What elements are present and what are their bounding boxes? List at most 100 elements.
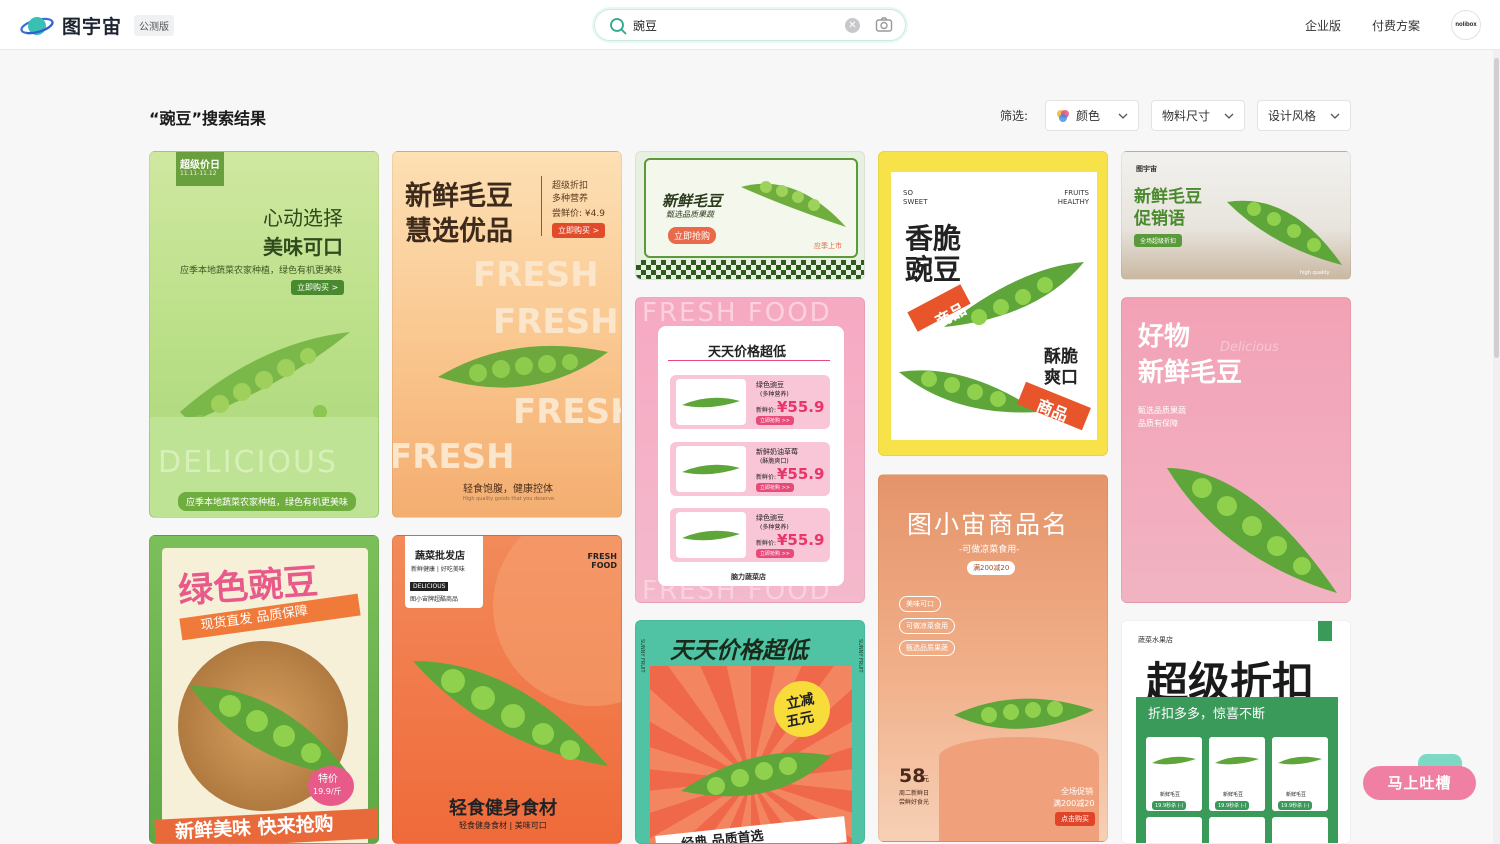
search-icon xyxy=(610,18,627,35)
product-tile[interactable] xyxy=(1209,737,1265,811)
template-card-12[interactable]: 蔬菜水果店 超级折扣 折扣多多，惊喜不断 新鲜毛豆 19.9秒杀 (-) 新鲜毛… xyxy=(1121,620,1351,844)
search-bar[interactable]: ✕ xyxy=(594,9,906,41)
results-title: “豌豆”搜索结果 xyxy=(149,109,267,128)
price-label: 特价 xyxy=(318,774,338,785)
template-card-6[interactable]: FRESH FOOD FRESH FOOD 天天价格超低 绿色豌豆 (多种营养)… xyxy=(635,297,865,603)
card-tag: 应季上市 xyxy=(814,242,842,250)
card-title-2: 美味可口 xyxy=(263,235,343,259)
template-card-4[interactable]: SO SWEET FRUITS HEALTHY 香脆 豌豆 商品 酥脆 爽口 商… xyxy=(878,151,1108,456)
brand-text: 图小宙牌超酷商品 xyxy=(410,596,459,603)
side-line-2: 多种营养 xyxy=(552,194,589,204)
delicious-label: DELICIOUS xyxy=(410,582,449,591)
product-tile[interactable] xyxy=(1146,817,1202,843)
store-name: 蔬菜水果店 xyxy=(1138,636,1173,644)
nav-pricing[interactable]: 付费方案 xyxy=(1372,17,1420,34)
card-title: 图小宙商品名 xyxy=(907,510,1070,539)
badge-label: 超级价日 xyxy=(180,160,220,171)
clear-search-icon[interactable]: ✕ xyxy=(845,18,860,33)
card-tag: 全场超级折扣 xyxy=(1134,234,1183,247)
template-card-2[interactable]: 新鲜毛豆 慧选优品 超级折扣 多种营养 尝鲜价: ¥4.9 立即购买 > FRE… xyxy=(392,151,622,518)
pea-pod-image xyxy=(741,181,846,227)
feedback-button[interactable]: 马上吐槽 xyxy=(1363,766,1476,800)
color-wheel-icon xyxy=(1057,109,1069,122)
filter-color-dropdown[interactable]: 颜色 xyxy=(1045,100,1139,131)
buy-now-button[interactable]: 立即抢购 xyxy=(668,227,717,244)
brand-name: 图宇宙 xyxy=(62,16,123,38)
card-sub: 甄选品质果蔬 xyxy=(666,210,714,219)
card-hq: high quality xyxy=(1300,270,1330,276)
product-tile[interactable] xyxy=(1272,737,1328,811)
filter-size-dropdown[interactable]: 物料尺寸 xyxy=(1151,100,1245,131)
filter-color-label: 颜色 xyxy=(1076,109,1101,123)
item-buy-button[interactable]: 立即抢购 >> xyxy=(756,416,794,425)
card-desc-1: 甄选品质果蔬 xyxy=(1138,406,1186,415)
template-card-5[interactable]: 图宇宙 新鲜毛豆 促销语 全场超级折扣 high quality xyxy=(1121,151,1351,280)
item-note: (多种营养) xyxy=(760,391,789,398)
card-title-2: 新鲜毛豆 xyxy=(1138,358,1243,388)
buy-now-button[interactable]: 立即购买 > xyxy=(552,223,606,238)
template-card-10[interactable]: 蔬菜批发店 新鲜健康 | 好吃美味 DELICIOUS 图小宙牌超酷商品 FRE… xyxy=(392,535,622,844)
chevron-down-icon xyxy=(1330,113,1340,119)
card-brand: 图宇宙 xyxy=(1136,165,1157,173)
fresh-text-1: FRESH xyxy=(473,255,599,295)
product-price: 19.9秒杀 (-) xyxy=(1215,801,1250,810)
brand-logo[interactable]: 图宇宙 公测版 xyxy=(20,12,175,39)
watermark-text: DELICIOUS xyxy=(158,445,339,480)
pea-pod-thumb xyxy=(1215,756,1259,765)
footer-banner: 应季本地蔬菜农家种植，绿色有机更美味 xyxy=(178,492,357,511)
template-card-7[interactable]: 好物 新鲜毛豆 Delicious 甄选品质果蔬 品质有保障 xyxy=(1121,297,1351,603)
price-unit: 元 xyxy=(922,775,929,783)
buy-now-button[interactable]: 点击购买 xyxy=(1055,812,1095,826)
template-card-9[interactable]: 绿色豌豆 现货直发 品质保障 特价 19.9/斤 新鲜美味 快来抢购 xyxy=(149,535,379,844)
info-2: 尝鲜好食光 xyxy=(899,799,930,806)
template-card-1[interactable]: 超级价日 11.11-11.12 心动选择 美味可口 应季本地蔬菜农家种植，绿色… xyxy=(149,151,379,518)
card-title: 轻食健身食材 xyxy=(449,798,557,819)
fresh-text-top: FRESH FOOD xyxy=(642,298,832,328)
search-input[interactable] xyxy=(633,16,833,34)
card-title: 新鲜毛豆 xyxy=(662,192,723,210)
user-avatar[interactable]: nolibox xyxy=(1451,10,1481,40)
script-text: Delicious xyxy=(1220,340,1279,355)
item-buy-button[interactable]: 立即抢购 >> xyxy=(756,549,794,558)
store-name: 蔬菜批发店 xyxy=(415,551,465,562)
side-text-right: SUNNY FRUIT xyxy=(857,639,863,673)
card-bottom-text: 轻食饱腹，健康控体 xyxy=(463,484,553,495)
product-tile[interactable] xyxy=(1209,817,1265,843)
side-line-1: 超级折扣 xyxy=(552,181,589,191)
pea-pod-image xyxy=(180,332,350,429)
filter-style-dropdown[interactable]: 设计风格 xyxy=(1257,100,1351,131)
badge-date: 11.11-11.12 xyxy=(180,170,217,177)
template-card-11[interactable]: SUNNY FRUIT SUNNY FRUIT 天天价格超低 立减 五元 经典 … xyxy=(635,620,865,844)
discount-badge: 满200减20 xyxy=(967,561,1016,575)
filter-label: 筛选: xyxy=(1000,109,1029,123)
template-card-8[interactable]: 图小宙商品名 -可做凉菜食用- 满200减20 美味可口 可做凉菜食用 甄选品质… xyxy=(878,474,1108,842)
product-tile[interactable] xyxy=(1272,817,1328,843)
edition-badge: 公测版 xyxy=(134,15,175,36)
info-1: 周二新鲜日 xyxy=(899,790,930,797)
item-note: (酥脆爽口) xyxy=(760,458,789,465)
pea-pod-thumb xyxy=(1278,756,1322,765)
item-price: ¥55.9 xyxy=(777,465,825,483)
pea-pod-thumb xyxy=(1152,756,1196,765)
title-underline xyxy=(668,360,830,361)
store-tags: 新鲜健康 | 好吃美味 xyxy=(411,566,465,573)
buy-now-button[interactable]: 立即购买 > xyxy=(291,280,345,295)
checkered-strip xyxy=(636,260,864,279)
corner-left: SO SWEET xyxy=(903,189,928,206)
card-title-1: 好物 xyxy=(1138,322,1191,352)
chevron-down-icon xyxy=(1224,113,1234,119)
nav-enterprise[interactable]: 企业版 xyxy=(1305,17,1341,34)
item-price-label: 新鲜价: xyxy=(756,540,777,547)
scrollbar-thumb[interactable] xyxy=(1494,58,1499,358)
fresh-food-label: FRESH FOOD xyxy=(587,552,617,570)
chevron-down-icon xyxy=(1118,113,1128,119)
item-price: ¥55.9 xyxy=(777,398,825,416)
promo-1: 全场促销 xyxy=(1061,787,1093,796)
card-sub: -可做凉菜食用- xyxy=(959,545,1020,555)
product-tile[interactable] xyxy=(1146,737,1202,811)
template-card-3[interactable]: 新鲜毛豆 甄选品质果蔬 立即抢购 应季上市 xyxy=(635,151,865,280)
card-bottom-sub: High quality goods that you deserve. xyxy=(463,496,556,502)
pea-pod-image xyxy=(413,661,608,766)
item-buy-button[interactable]: 立即抢购 >> xyxy=(756,483,794,492)
camera-search-icon[interactable] xyxy=(875,16,893,34)
